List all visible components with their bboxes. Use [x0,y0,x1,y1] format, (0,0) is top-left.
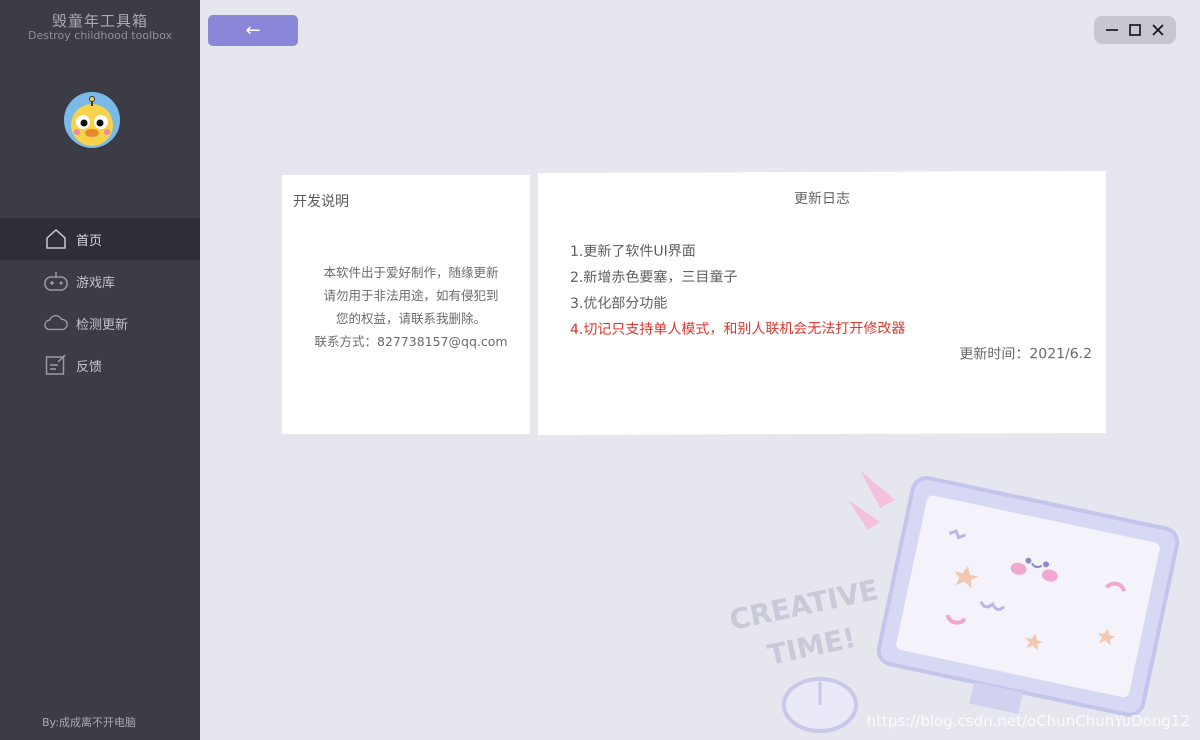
svg-text:CREATIVE: CREATIVE [727,573,882,637]
avatar[interactable] [64,92,120,148]
close-button[interactable] [1148,20,1168,40]
contact-info: 联系方式：827738157@qq.com [314,334,508,349]
sidebar: 毁童年工具箱 Destroy childhood toolbox 首页 游戏库 … [0,0,200,740]
dev-notes-line: 本软件出于爱好制作，随缘更新 [323,265,499,280]
minimize-button[interactable] [1102,20,1122,40]
changelog-warning: 4.切记只支持单人模式，和别人联机会无法打开修改器 [570,320,906,338]
minimize-icon [1105,29,1118,31]
changelog-title: 更新日志 [794,190,850,208]
feedback-icon [44,353,68,377]
maximize-icon [1129,24,1141,36]
sidebar-item-label: 首页 [76,233,103,249]
dev-notes-line: 您的权益，请联系我删除。 [335,311,486,326]
dev-notes-body: 本软件出于爱好制作，随缘更新 请勿用于非法用途，如有侵犯到 您的权益，请联系我删… [306,261,516,353]
sidebar-item-label: 游戏库 [76,275,116,291]
update-time: 更新时间：2021/6.2 [959,346,1092,363]
sidebar-item-label: 反馈 [76,359,103,375]
dev-notes-card: 开发说明 本软件出于爱好制作，随缘更新 请勿用于非法用途，如有侵犯到 您的权益，… [282,175,530,434]
svg-text:TIME!: TIME! [765,621,859,672]
back-button[interactable]: ← [208,15,298,46]
sidebar-item-label: 检测更新 [76,317,129,333]
home-icon [44,227,68,251]
sidebar-nav: 首页 游戏库 检测更新 反馈 [0,218,200,386]
arrow-left-icon: ← [245,20,261,41]
changelog-list: 1.更新了软件UI界面 2.新增赤色要塞，三目童子 3.优化部分功能 4.切记只… [570,238,905,343]
changelog-item: 2.新增赤色要塞，三目童子 [570,269,738,286]
sidebar-item-update[interactable]: 检测更新 [0,302,200,344]
app-subtitle: Destroy childhood toolbox [27,29,173,42]
sidebar-item-home[interactable]: 首页 [0,218,200,260]
dev-notes-line: 请勿用于非法用途，如有侵犯到 [323,288,499,303]
author-credit: By:成成离不开电脑 [42,716,136,729]
creative-time-illustration: CREATIVE TIME! [720,460,1190,740]
sidebar-item-games[interactable]: 游戏库 [0,260,200,302]
cloud-icon [44,311,68,335]
brand: 毁童年工具箱 Destroy childhood toolbox [0,0,200,42]
window-controls [1094,16,1176,44]
gamepad-icon [44,269,68,293]
maximize-button[interactable] [1125,20,1145,40]
changelog-item: 3.优化部分功能 [570,295,668,312]
sidebar-item-feedback[interactable]: 反馈 [0,344,200,386]
app-title: 毁童年工具箱 [51,12,148,30]
watermark: https://blog.csdn.net/oChunChunYuDong12 [866,712,1190,730]
close-icon [1152,24,1164,36]
changelog-card: 更新日志 1.更新了软件UI界面 2.新增赤色要塞，三目童子 3.优化部分功能 … [538,171,1106,435]
dev-notes-title: 开发说明 [293,194,349,210]
changelog-item: 1.更新了软件UI界面 [570,243,696,260]
